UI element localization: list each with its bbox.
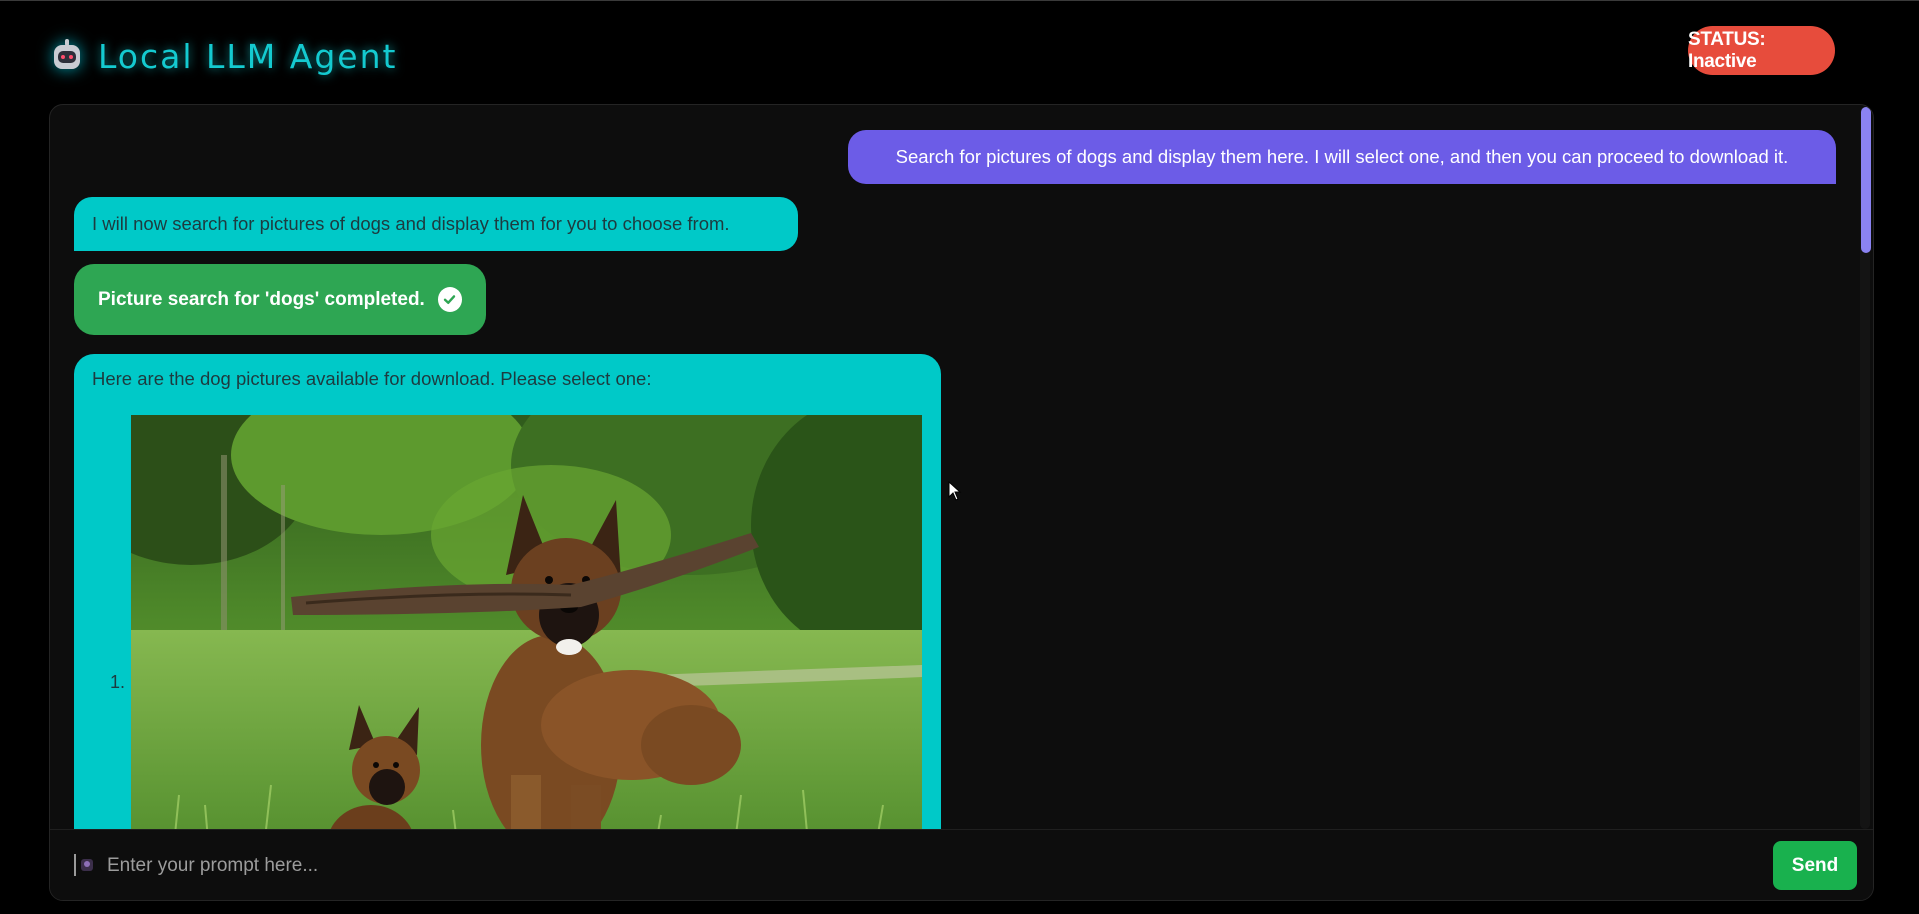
app-header: Local LLM Agent bbox=[50, 36, 397, 76]
user-message: Search for pictures of dogs and display … bbox=[848, 130, 1836, 184]
prompt-bar: Send bbox=[50, 829, 1873, 900]
dog-image-option[interactable] bbox=[131, 415, 922, 829]
send-button[interactable]: Send bbox=[1773, 841, 1857, 890]
text-caret bbox=[74, 854, 76, 876]
gallery-item-number: 1. bbox=[110, 672, 126, 692]
gallery-intro-text: Here are the dog pictures available for … bbox=[92, 368, 652, 389]
check-circle-icon bbox=[437, 287, 462, 312]
user-message-text: Search for pictures of dogs and display … bbox=[895, 146, 1789, 167]
window-top-border bbox=[0, 0, 1919, 1]
tool-result-text: Picture search for 'dogs' completed. bbox=[98, 288, 425, 310]
tool-result-message: Picture search for 'dogs' completed. bbox=[74, 264, 486, 335]
app-title: Local LLM Agent bbox=[98, 36, 398, 76]
robot-icon bbox=[50, 39, 84, 73]
chat-scrollbar-thumb[interactable] bbox=[1861, 107, 1871, 253]
agent-message-text: I will now search for pictures of dogs a… bbox=[92, 213, 730, 234]
message-list[interactable]: Search for pictures of dogs and display … bbox=[50, 105, 1873, 829]
chat-panel: Search for pictures of dogs and display … bbox=[49, 104, 1874, 901]
agent-message: I will now search for pictures of dogs a… bbox=[74, 197, 798, 251]
prompt-avatar-icon bbox=[81, 859, 93, 871]
status-badge: STATUS: Inactive bbox=[1688, 26, 1835, 75]
prompt-input[interactable] bbox=[105, 848, 1809, 884]
gallery-message: Here are the dog pictures available for … bbox=[74, 354, 941, 829]
mouse-cursor-icon bbox=[948, 481, 962, 501]
